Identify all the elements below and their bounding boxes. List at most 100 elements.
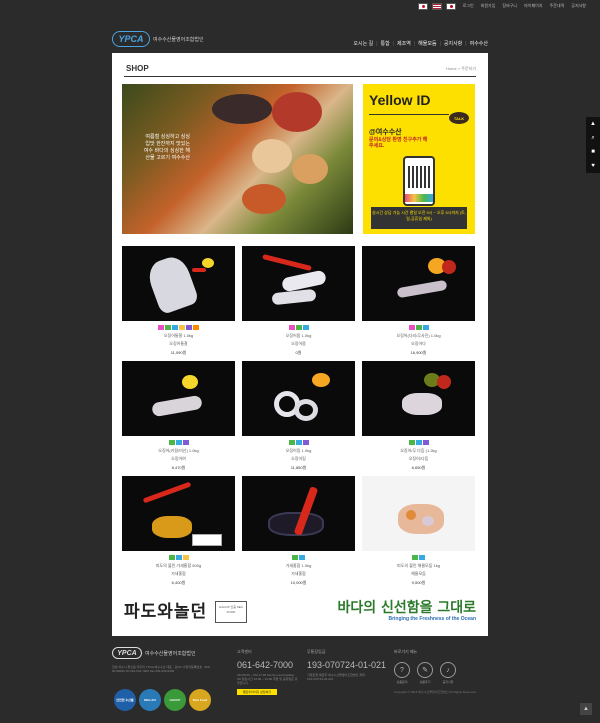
product-image[interactable] (122, 476, 235, 551)
product-review-link[interactable]: ✎ 상품후기 (417, 662, 433, 684)
heart-icon[interactable]: ♥ (591, 163, 595, 169)
notice-link[interactable]: 공지사항 (571, 3, 586, 9)
product-card[interactable]: 오징어링 1.0kg 오징어링 11,850원 (242, 361, 355, 471)
product-card[interactable]: 오징어/무 다듬 (1.2kg 오징어/다듬 6,650원 (362, 361, 475, 471)
signup-link[interactable]: 회원가입 (481, 3, 496, 9)
footer-quick-links: 바로가기 메뉴 ? 상품문의 ✎ 상품후기 ♪ 공지사항 Copyright ©… (394, 649, 477, 694)
microphone-icon: ♪ (440, 662, 456, 678)
scallop-shell-image (292, 154, 328, 184)
product-price: 9,500원 (411, 580, 426, 585)
product-subtitle: 가새홍합 (171, 571, 186, 576)
site-logo[interactable]: YPCA 여수수산물영어조합법인 (112, 31, 204, 47)
bank-account-title: 무통장입금 (307, 649, 326, 654)
product-subtitle: 오징어여 (171, 456, 186, 461)
haccp-badge-icon: HACCP (164, 689, 186, 711)
seafood-banner[interactable]: 여름철 싱싱하고 싱싱 입맛 한잔까지 맛있는 여수 바다의 싱싱한 해산물 고… (122, 84, 353, 234)
customer-center-hours: AM 09:00 ~ PM 17:00 Sat Sun and Holiday … (237, 673, 298, 685)
login-link[interactable]: 로그인 (463, 3, 474, 9)
bank-account-info: 기업은행 예금주:여수수산물영어조합법인 계좌 : 193-070724-01-… (307, 673, 367, 681)
padowa-brand-logo[interactable]: 파도와놀던 (124, 597, 207, 622)
customer-center-phone[interactable]: 061-642-7000 (237, 660, 299, 670)
deg-ku-badge-icon: DEG-KU (139, 689, 161, 711)
search-icon[interactable]: ⌕ (591, 135, 594, 142)
yellow-id-banner[interactable]: Yellow ID TALK @여수수산 문의&상담 환영 친구추가 해주세요.… (363, 84, 475, 234)
product-name[interactable]: 오징어(키칼/미산) 1.0kg (122, 448, 235, 454)
logo-text: 여수수산물영어조합법인 (153, 36, 204, 43)
product-image[interactable] (242, 361, 355, 436)
product-image[interactable] (242, 246, 355, 321)
product-subtitle: 오징어링 (291, 456, 306, 461)
product-price: 6,400원 (171, 580, 186, 585)
nav-item-products[interactable]: 제조역 (397, 40, 411, 47)
product-price: 0원 (295, 350, 302, 355)
logo-mark: YPCA (112, 31, 150, 47)
cart-icon[interactable]: ■ (591, 149, 595, 155)
product-price: 11,090원 (170, 350, 187, 355)
product-card[interactable]: 오징어(다리/무사진) 1.0kg 오징어다 16,900원 (362, 246, 475, 356)
product-name[interactable]: 가새홍합 1.0kg (242, 563, 355, 569)
nav-item-all[interactable]: 통합 (381, 40, 390, 47)
footer-customer-center: 고객센터 061-642-7000 AM 09:00 ~ PM 17:00 Sa… (237, 649, 299, 695)
yellow-id-consult-button[interactable]: 옐로우아이디 상담하기 (237, 689, 277, 695)
certification-badges: 안전한 수산물 DEG-KU HACCP Rice Food (114, 689, 211, 711)
scroll-to-top-button[interactable]: ▲ (580, 703, 592, 715)
crab-image (242, 184, 286, 214)
nav-item-notice[interactable]: 공지사항 (444, 40, 462, 47)
chevron-up-icon[interactable]: ▲ (590, 121, 596, 127)
product-subtitle: 오징어통찰 (169, 341, 188, 346)
product-image[interactable] (362, 361, 475, 436)
product-price: 11,850원 (290, 465, 307, 470)
nav-item-seafood-mix[interactable]: 해물모듬 (418, 40, 436, 47)
floating-quick-menu: ▲ ⌕ ■ ♥ (586, 117, 600, 173)
vegetables-image (272, 92, 322, 132)
cart-link[interactable]: 장바구니 (502, 3, 517, 9)
product-image[interactable] (362, 476, 475, 551)
product-name[interactable]: 오징어(다리/무사진) 1.0kg (362, 333, 475, 339)
mussel-image (212, 94, 272, 124)
footer-logo[interactable]: YPCA 여수수산물영어조합법인 (112, 647, 196, 659)
qr-code-icon (408, 166, 430, 188)
copyright: Copyright © 2016 여수수산물영어조합법인 All Rights … (394, 690, 477, 694)
footer-bank-account: 무통장입금 193-070724-01-021 기업은행 예금주:여수수산물영어… (307, 649, 386, 681)
product-name[interactable]: 오징어/무 다듬 (1.2kg (362, 448, 475, 454)
scallop-shell-image (252, 139, 292, 173)
orders-link[interactable]: 주문내역 (550, 3, 565, 9)
product-card[interactable]: 가새홍합 1.0kg 가새홍합 10,000원 (242, 476, 355, 586)
product-name[interactable]: 오징어몸 1.0kg (242, 333, 355, 339)
product-name[interactable]: 오징어통찰 1.0kg (122, 333, 235, 339)
site-header: YPCA 여수수산물영어조합법인 오시는 길 | 통합 | 제조역 | 해물모듬… (112, 28, 488, 52)
product-card[interactable]: 오징어(키칼/미산) 1.0kg 오징어여 8,470원 (122, 361, 235, 471)
product-subtitle: 해물모둠 (411, 571, 426, 576)
ocean-freshness-logo[interactable]: 바다의 신선함을 그대로 (337, 597, 476, 617)
us-flag-icon[interactable] (431, 2, 442, 10)
product-card[interactable]: 피도의 불린 가새홍합 500g 가새홍합 6,400원 (122, 476, 235, 586)
quick-links-title: 바로가기 메뉴 (394, 649, 418, 654)
chat-icon: ✎ (417, 662, 433, 678)
product-name[interactable]: 피도의 불린 해물모둠 1kg (362, 563, 475, 569)
product-name[interactable]: 피도의 불린 가새홍합 500g (122, 563, 235, 569)
product-inquiry-link[interactable]: ? 상품문의 (394, 662, 410, 684)
footer-address: 전남 여수시 돌산읍 우두리 YPCA 여수수산 대표 : 김OO 사업자등록번… (112, 665, 211, 673)
nav-item-directions[interactable]: 오시는 길 (353, 40, 373, 47)
footer-logo-mark: YPCA (112, 647, 142, 659)
yellow-id-title: Yellow ID (369, 92, 431, 108)
product-name[interactable]: 오징어링 1.0kg (242, 448, 355, 454)
product-price: 8,470원 (171, 465, 186, 470)
notice-board-link[interactable]: ♪ 공지사항 (440, 662, 456, 684)
product-card[interactable]: 오징어통찰 1.0kg 오징어통찰 11,090원 (122, 246, 235, 356)
product-card[interactable]: 피도의 불린 해물모둠 1kg 해물모둠 9,500원 (362, 476, 475, 586)
nav-item-yeosu[interactable]: 여수수산 (470, 40, 488, 47)
mypage-link[interactable]: 마이페이지 (524, 3, 542, 9)
korean-flag-icon[interactable] (417, 2, 428, 10)
product-image[interactable] (122, 361, 235, 436)
product-subtitle: 오징어다 (411, 341, 426, 346)
haccp-badge: HACCP 인증 SEA FOOD (215, 601, 247, 623)
product-image[interactable] (242, 476, 355, 551)
customer-center-title: 고객센터 (237, 649, 252, 654)
product-card[interactable]: 오징어몸 1.0kg 오징어몸 0원 (242, 246, 355, 356)
product-price: 16,900원 (410, 350, 427, 355)
content-panel: SHOP Home > 주문하기 여름철 싱싱하고 싱싱 입맛 한잔까지 맛있는… (112, 53, 488, 636)
product-image[interactable] (122, 246, 235, 321)
product-image[interactable] (362, 246, 475, 321)
japan-flag-icon[interactable] (445, 2, 456, 10)
